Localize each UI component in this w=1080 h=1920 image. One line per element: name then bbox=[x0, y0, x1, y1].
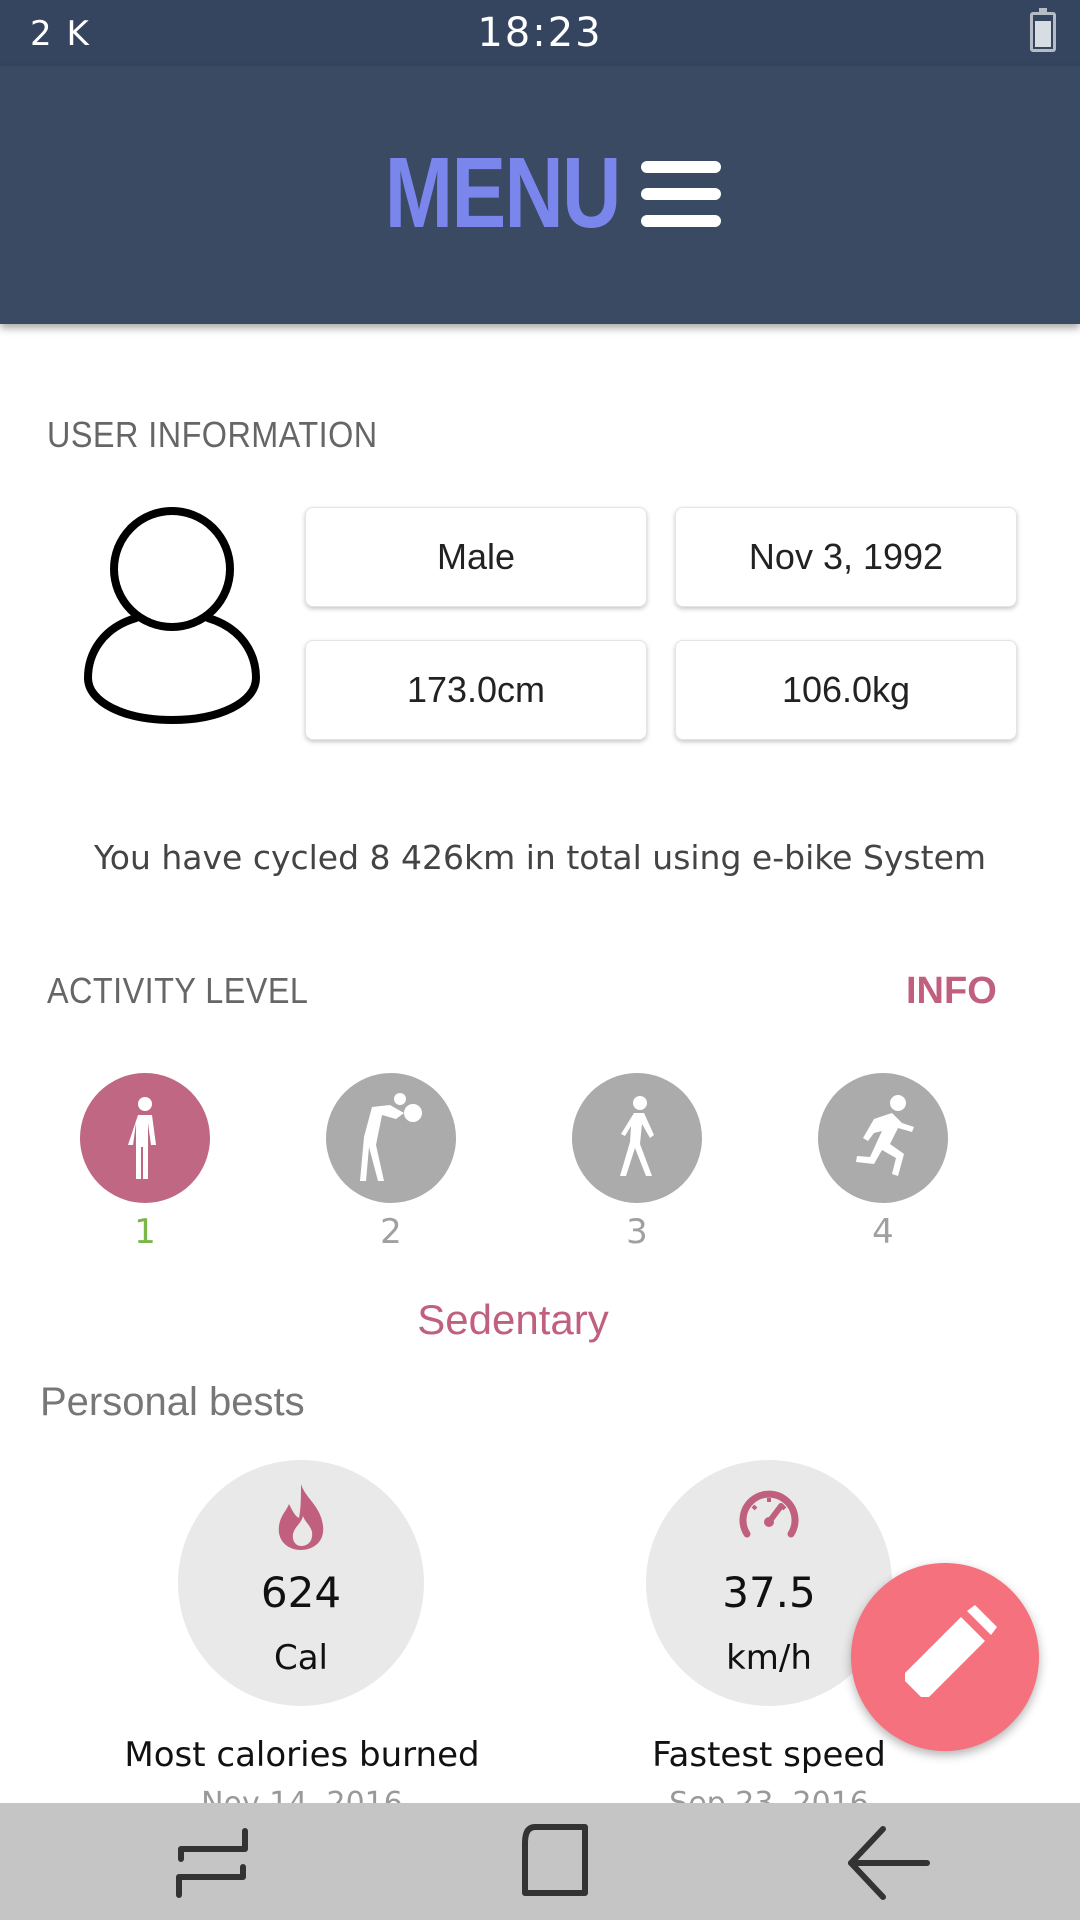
gender-field[interactable]: Male bbox=[305, 507, 647, 607]
calories-best-value: 624 bbox=[260, 1568, 342, 1617]
birth-date-field[interactable]: Nov 3, 1992 bbox=[675, 507, 1017, 607]
recent-apps-icon[interactable] bbox=[167, 1823, 257, 1903]
back-icon[interactable] bbox=[843, 1823, 933, 1903]
stretching-person-icon bbox=[360, 1093, 422, 1181]
speed-best-value: 37.5 bbox=[722, 1568, 816, 1617]
status-time: 18:23 bbox=[477, 10, 603, 56]
hamburger-icon[interactable] bbox=[640, 160, 721, 227]
calories-best-label: Most calories burned bbox=[124, 1735, 480, 1775]
pencil-icon bbox=[905, 1605, 997, 1697]
menu-toggle[interactable]: MENU bbox=[0, 136, 1080, 251]
home-icon[interactable] bbox=[505, 1823, 595, 1903]
weight-field[interactable]: 106.0kg bbox=[675, 640, 1017, 740]
height-field[interactable]: 173.0cm bbox=[305, 640, 647, 740]
activity-level-4-button[interactable] bbox=[818, 1073, 948, 1203]
calories-best-circle: 624 Cal bbox=[178, 1460, 424, 1706]
running-person-icon bbox=[856, 1095, 914, 1176]
activity-level-label: Sedentary bbox=[417, 1296, 609, 1343]
activity-level-3-button[interactable] bbox=[572, 1073, 702, 1203]
battery-icon bbox=[1030, 8, 1056, 52]
activity-level-2-button[interactable] bbox=[326, 1073, 456, 1203]
activity-info-link[interactable]: INFO bbox=[906, 970, 997, 1013]
activity-level-4-number: 4 bbox=[872, 1212, 894, 1252]
user-avatar-icon bbox=[84, 507, 260, 725]
edit-fab-button[interactable] bbox=[851, 1563, 1039, 1751]
activity-level-2-number: 2 bbox=[380, 1212, 402, 1252]
total-cycled-text: You have cycled 8 426km in total using e… bbox=[93, 838, 987, 877]
system-nav-bar bbox=[0, 1803, 1080, 1920]
speedometer-icon bbox=[739, 1490, 799, 1538]
activity-level-3-number: 3 bbox=[626, 1212, 648, 1252]
activity-level-title: ACTIVITY LEVEL bbox=[47, 970, 309, 1011]
personal-bests-title: Personal bests bbox=[40, 1380, 305, 1424]
app-header: MENU bbox=[0, 66, 1080, 324]
standing-person-icon bbox=[128, 1097, 156, 1179]
status-bar: 2 K 18:23 bbox=[0, 0, 1080, 66]
menu-title[interactable]: MENU bbox=[385, 136, 622, 251]
activity-level-1-button[interactable] bbox=[80, 1073, 210, 1203]
activity-level-1-number: 1 bbox=[134, 1212, 156, 1252]
calories-best-unit: Cal bbox=[273, 1638, 329, 1678]
user-information-title: USER INFORMATION bbox=[47, 414, 378, 455]
flame-icon bbox=[278, 1484, 324, 1550]
walking-person-icon bbox=[620, 1096, 654, 1176]
